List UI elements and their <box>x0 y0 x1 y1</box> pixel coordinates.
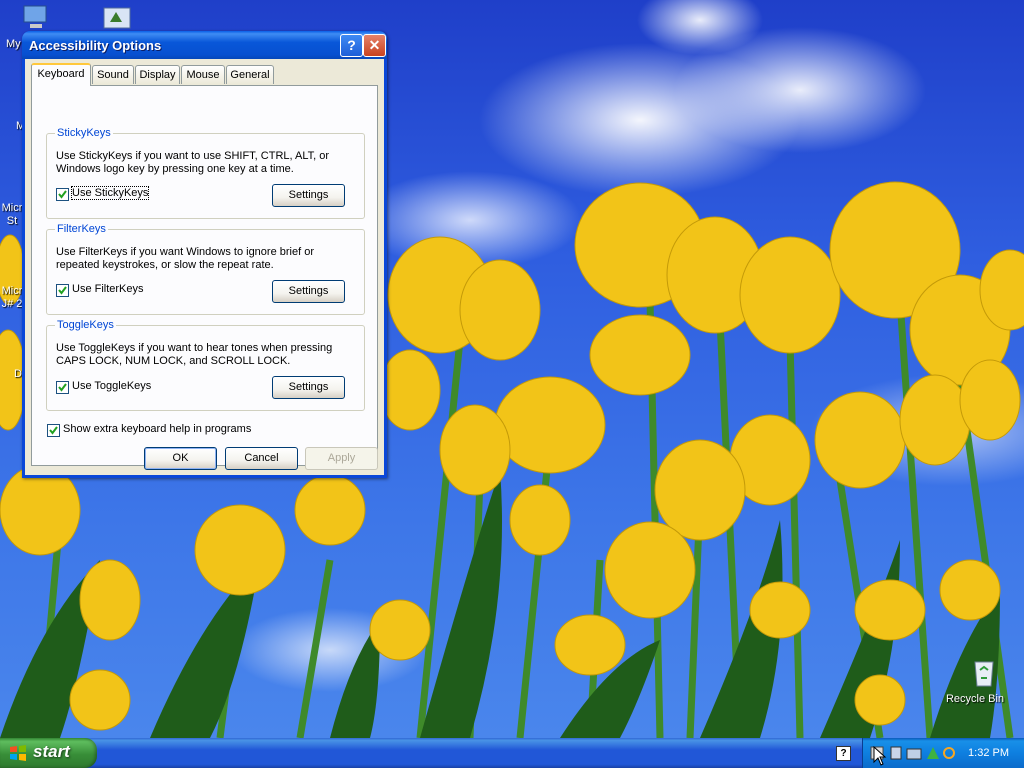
ok-button[interactable]: OK <box>144 447 217 470</box>
checkmark-icon <box>58 286 67 295</box>
use-togglekeys-label[interactable]: Use ToggleKeys <box>72 380 151 392</box>
desktop-icon-partial-4[interactable]: Micr J# 2 <box>0 283 24 311</box>
checkbox-box[interactable] <box>56 188 69 201</box>
desktop-icon-partial-3[interactable]: Micr St <box>0 200 24 228</box>
desktop-shortcut-icon[interactable] <box>100 4 134 34</box>
shortcut-icon <box>103 7 131 29</box>
togglekeys-group: ToggleKeys Use ToggleKeys if you want to… <box>46 319 365 411</box>
checkmark-icon <box>49 426 58 435</box>
taskbar: start ? 1:32 PM <box>0 738 1024 768</box>
desktop-icon-partial-5[interactable]: D <box>14 366 22 380</box>
use-filterkeys-label[interactable]: Use FilterKeys <box>72 283 144 295</box>
recycle-bin-desktop-icon[interactable]: Recycle Bin <box>942 656 1008 705</box>
search-tray-icon <box>943 747 955 759</box>
volume-tray-icon <box>890 746 902 760</box>
mouse-cursor-icon <box>873 746 887 766</box>
use-stickykeys-label[interactable]: Use StickyKeys <box>70 186 150 200</box>
checkmark-icon <box>58 383 67 392</box>
tab-mouse[interactable]: Mouse <box>181 65 225 84</box>
accessibility-options-dialog: Accessibility Options ? ✕ Keyboard Sound… <box>22 31 387 478</box>
stickykeys-settings-button[interactable]: Settings <box>272 184 345 207</box>
windows-logo-icon <box>10 745 26 761</box>
desktop-icon-label: D <box>14 368 22 380</box>
checkmark-icon <box>58 190 67 199</box>
tab-display[interactable]: Display <box>135 65 180 84</box>
start-button[interactable]: start <box>0 738 97 768</box>
recycle-bin-icon <box>974 661 994 687</box>
computer-icon <box>23 5 47 28</box>
tab-sound[interactable]: Sound <box>92 65 134 84</box>
filterkeys-description: Use FilterKeys if you want Windows to ig… <box>56 246 314 271</box>
stickykeys-description: Use StickyKeys if you want to use SHIFT,… <box>56 150 330 175</box>
close-button[interactable]: ✕ <box>363 34 386 57</box>
desktop-icon-label: My <box>6 38 21 50</box>
desktop-icon-label: Micr St <box>1 202 23 227</box>
checkbox-box[interactable] <box>56 381 69 394</box>
show-extra-keyboard-help-label[interactable]: Show extra keyboard help in programs <box>63 423 251 435</box>
filterkeys-legend: FilterKeys <box>55 223 108 235</box>
desktop-icon-label: Recycle Bin <box>945 693 1005 705</box>
checkbox-box[interactable] <box>47 424 60 437</box>
desktop-icon-label: Micr J# 2 <box>1 285 23 310</box>
apply-button[interactable]: Apply <box>305 447 378 470</box>
keyboard-tab-panel: StickyKeys Use StickyKeys if you want to… <box>31 85 378 466</box>
filterkeys-settings-button[interactable]: Settings <box>272 280 345 303</box>
start-label: start <box>33 742 70 761</box>
filterkeys-group: FilterKeys Use FilterKeys if you want Wi… <box>46 223 365 315</box>
stickykeys-group: StickyKeys Use StickyKeys if you want to… <box>46 127 365 219</box>
stickykeys-legend: StickyKeys <box>55 127 113 139</box>
clock[interactable]: 1:32 PM <box>968 747 1009 759</box>
tab-general[interactable]: General <box>226 65 274 84</box>
update-tray-icon <box>927 747 939 759</box>
network-tray-icon <box>906 748 922 760</box>
checkbox-box[interactable] <box>56 284 69 297</box>
togglekeys-legend: ToggleKeys <box>55 319 116 331</box>
tab-keyboard[interactable]: Keyboard <box>31 63 91 86</box>
togglekeys-description: Use ToggleKeys if you want to hear tones… <box>56 342 333 367</box>
dialog-title: Accessibility Options <box>29 38 162 53</box>
help-button[interactable]: ? <box>340 34 363 57</box>
cancel-button[interactable]: Cancel <box>225 447 298 470</box>
dialog-titlebar[interactable]: Accessibility Options ? ✕ <box>22 31 387 59</box>
dialog-client-area: Keyboard Sound Display Mouse General Sti… <box>25 59 384 475</box>
togglekeys-settings-button[interactable]: Settings <box>272 376 345 399</box>
help-tray-icon[interactable]: ? <box>836 746 851 761</box>
